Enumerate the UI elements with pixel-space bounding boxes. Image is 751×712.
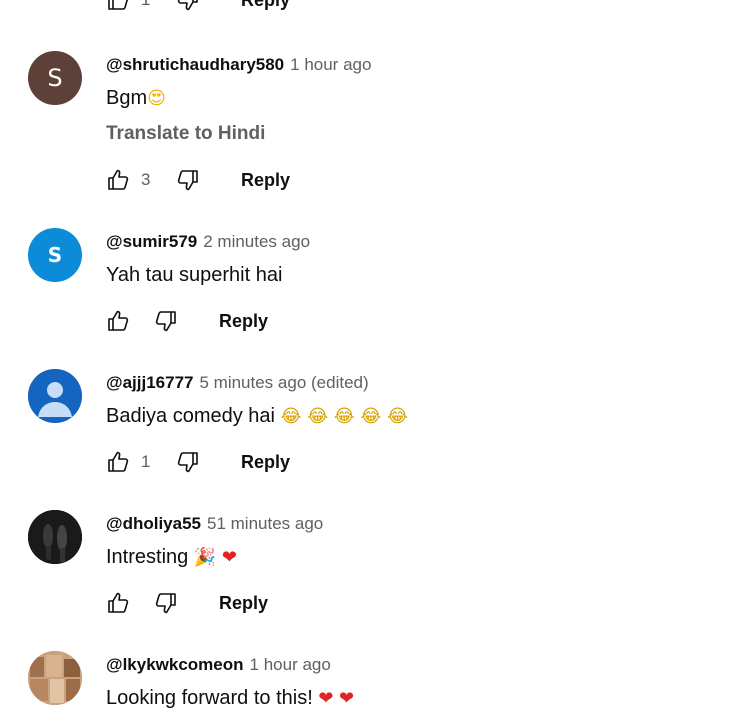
thumbs-up-icon[interactable] — [105, 167, 131, 193]
comment-time[interactable]: 5 minutes ago (edited) — [199, 373, 368, 392]
thumbs-up-icon[interactable] — [105, 449, 131, 475]
comment-actions: 1 Reply — [105, 449, 290, 475]
joy-emoji-icon: 😂 — [280, 406, 302, 427]
red-heart-emoji-icon: ❤ — [339, 688, 355, 709]
comment-text: Bgm😍 — [106, 87, 166, 109]
joy-emoji-icon: 😂 — [333, 406, 355, 427]
like-count: 1 — [141, 0, 163, 10]
comment-text: Looking forward to this! ❤ ❤ — [106, 687, 355, 709]
heart-eyes-emoji-icon: 😍 — [147, 88, 166, 109]
reply-button[interactable]: Reply — [241, 452, 290, 473]
comment-meta: @shrutichaudhary580 1 hour ago — [106, 55, 371, 75]
like-count: 3 — [141, 170, 151, 189]
thumbs-down-icon[interactable] — [153, 308, 179, 334]
comment-author[interactable]: @shrutichaudhary580 — [106, 55, 284, 74]
comment-author[interactable]: @dholiya55 — [106, 514, 201, 533]
thumbs-up-icon[interactable] — [105, 0, 131, 13]
comment-meta: @ajjj16777 5 minutes ago (edited) — [106, 373, 369, 393]
comment-meta: @dholiya55 51 minutes ago — [106, 514, 323, 534]
comment-time[interactable]: 51 minutes ago — [207, 514, 323, 533]
avatar[interactable] — [28, 369, 82, 423]
thumbs-down-icon[interactable] — [175, 0, 201, 13]
comment-author[interactable]: @ajjj16777 — [106, 373, 193, 392]
like-count: 1 — [141, 452, 151, 471]
thumbs-up-icon[interactable] — [105, 590, 131, 616]
comment-author[interactable]: @sumir579 — [106, 232, 197, 251]
profile-photo-icon — [28, 651, 82, 705]
reply-button[interactable]: Reply — [241, 170, 290, 191]
comment-text: Intresting 🎉 ❤ — [106, 546, 237, 568]
avatar[interactable]: S — [28, 228, 82, 282]
comment-meta: @lkykwkcomeon 1 hour ago — [106, 655, 331, 675]
joy-emoji-icon: 😂 — [307, 406, 329, 427]
avatar[interactable]: S — [28, 51, 82, 105]
comment-author[interactable]: @lkykwkcomeon — [106, 655, 244, 674]
comment-text: Badiya comedy hai 😂 😂 😂 😂 😂 — [106, 405, 409, 427]
comment-time[interactable]: 1 hour ago — [290, 55, 371, 74]
comment-text: Yah tau superhit hai — [106, 264, 283, 286]
comment-actions: 3 Reply — [105, 167, 290, 193]
comment-actions: Reply — [105, 308, 268, 334]
avatar[interactable] — [28, 651, 82, 705]
reply-button[interactable]: Reply — [219, 593, 268, 614]
translate-button[interactable]: Translate to Hindi — [106, 123, 265, 145]
party-popper-emoji-icon: 🎉 — [193, 547, 217, 568]
thumbs-down-icon[interactable] — [175, 167, 201, 193]
thumbs-down-icon[interactable] — [153, 590, 179, 616]
comment-time[interactable]: 2 minutes ago — [203, 232, 310, 251]
thumbs-down-icon[interactable] — [175, 449, 201, 475]
comment-actions: Reply — [105, 590, 268, 616]
comment-meta: @sumir579 2 minutes ago — [106, 232, 310, 252]
reply-button[interactable]: Reply — [219, 311, 268, 332]
thumbs-up-icon[interactable] — [105, 308, 131, 334]
default-user-icon — [28, 369, 82, 423]
red-heart-emoji-icon: ❤ — [221, 547, 237, 568]
comment-time[interactable]: 1 hour ago — [250, 655, 331, 674]
avatar[interactable] — [28, 510, 82, 564]
joy-emoji-icon: 😂 — [386, 406, 409, 427]
red-heart-emoji-icon: ❤ — [318, 688, 334, 709]
joy-emoji-icon: 😂 — [360, 406, 382, 427]
profile-photo-icon — [28, 510, 82, 564]
previous-comment-actions: 1 Reply — [105, 0, 290, 13]
reply-button[interactable]: Reply — [241, 0, 290, 11]
